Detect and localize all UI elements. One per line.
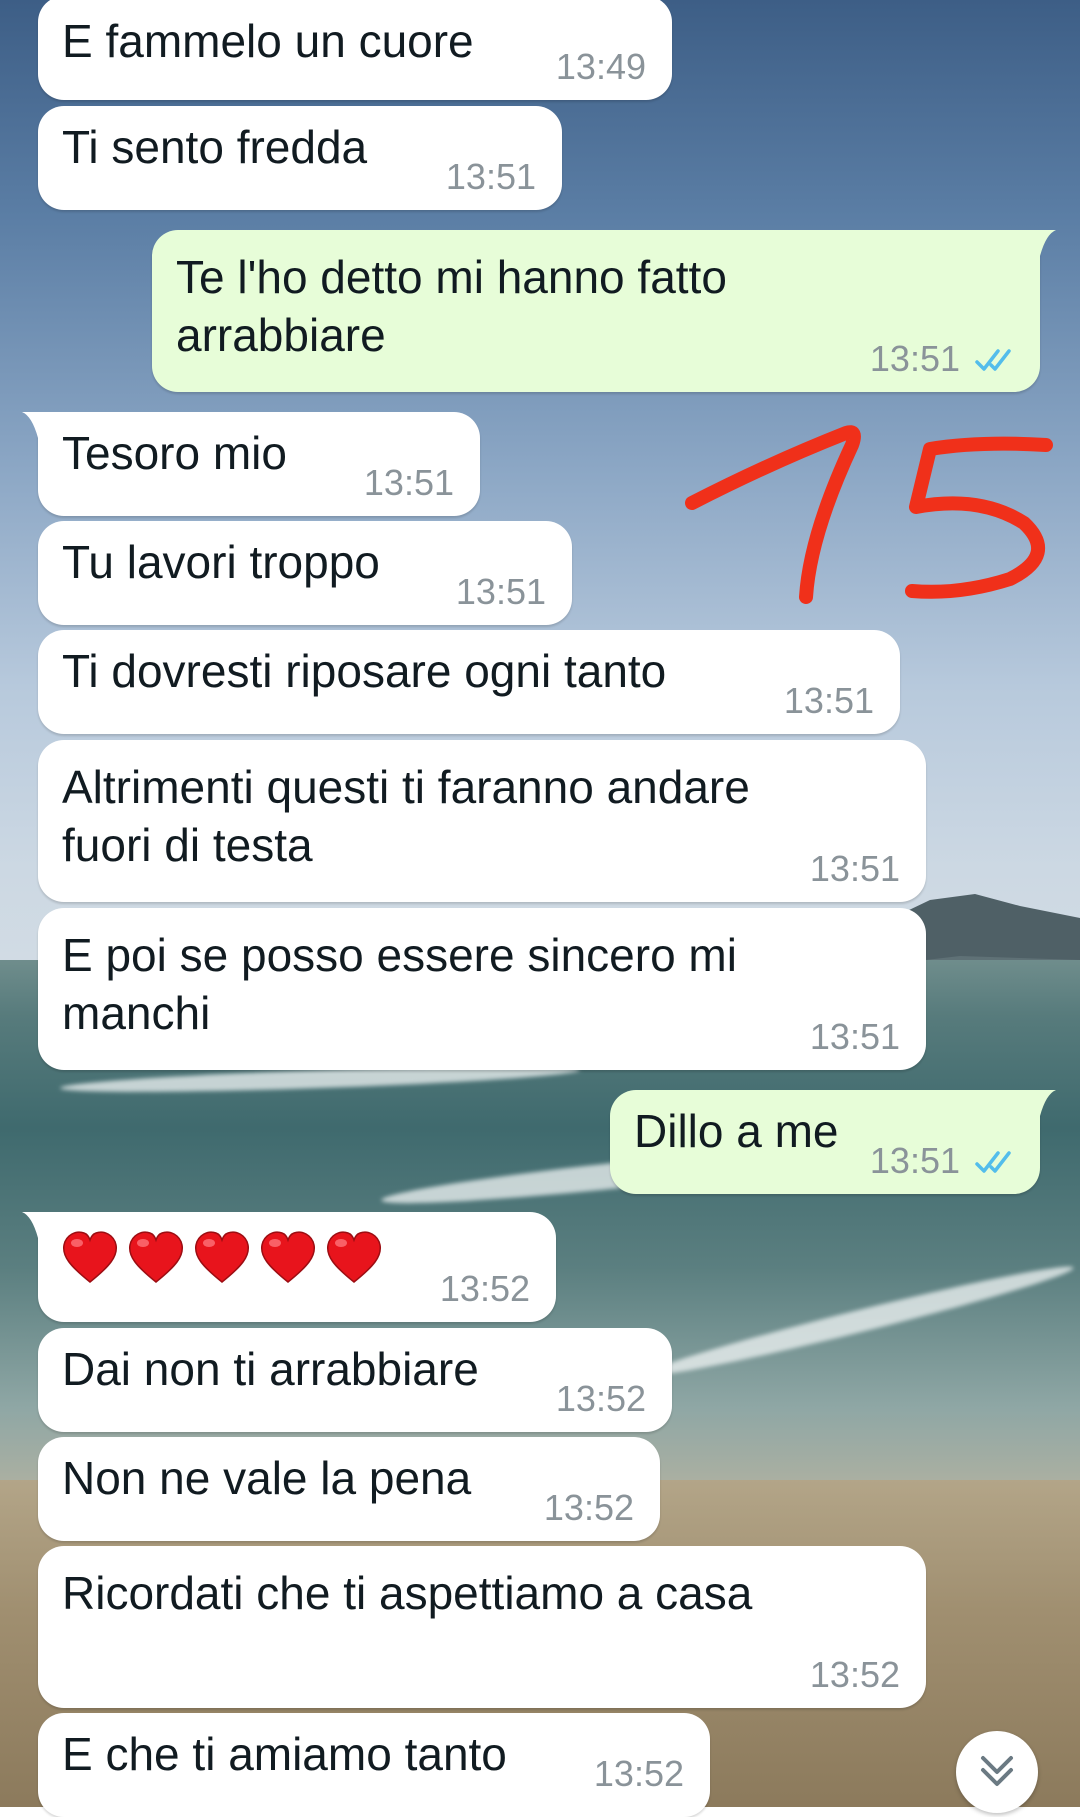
message-time: 13:51 (455, 571, 546, 612)
bubble-tail (1026, 1090, 1056, 1116)
scroll-to-bottom-button[interactable] (956, 1731, 1038, 1813)
message-time: 13:51 (869, 338, 960, 379)
double-check-icon (975, 349, 1011, 371)
message-incoming[interactable]: 13:52 (22, 1212, 556, 1322)
message-text-line: Te l'ho detto mi hanno fatto (176, 251, 727, 303)
message-text: Ricordati che ti aspettiamo a casa (62, 1567, 753, 1619)
emoji-row (60, 1228, 384, 1288)
message-time: 13:49 (555, 46, 646, 87)
message-incoming[interactable]: E che ti amiamo tanto 13:52 (38, 1713, 710, 1817)
message-time: 13:51 (363, 462, 454, 503)
message-text: Dai non ti arrabbiare (62, 1343, 479, 1395)
message-time: 13:52 (439, 1268, 530, 1309)
message-time: 13:51 (445, 156, 536, 197)
message-time: 13:52 (809, 1654, 900, 1695)
bubble-tail (22, 412, 52, 438)
message-text: Non ne vale la pena (62, 1452, 472, 1504)
message-incoming[interactable]: Tesoro mio 13:51 (22, 412, 480, 516)
message-incoming[interactable]: Ricordati che ti aspettiamo a casa 13:52 (38, 1546, 926, 1708)
message-time: 13:52 (555, 1378, 646, 1419)
message-outgoing[interactable]: Te l'ho detto mi hanno fatto arrabbiare … (152, 230, 1056, 392)
double-check-icon (975, 1151, 1011, 1173)
message-text-line: arrabbiare (176, 309, 386, 361)
message-text-line: E poi se posso essere sincero mi (62, 929, 737, 981)
message-incoming[interactable]: Ti sento fredda 13:51 (38, 106, 562, 210)
message-text: Ti sento fredda (62, 121, 368, 173)
message-text-line: Altrimenti questi ti faranno andare (62, 761, 750, 813)
message-incoming[interactable]: Altrimenti questi ti faranno andare fuor… (38, 740, 926, 902)
chevron-double-down-icon (981, 1756, 1013, 1786)
message-outgoing[interactable]: Dillo a me 13:51 (610, 1090, 1056, 1194)
message-text: E fammelo un cuore (62, 15, 474, 67)
message-text: Ti dovresti riposare ogni tanto (62, 645, 667, 697)
message-time: 13:51 (869, 1140, 960, 1181)
message-incoming[interactable]: Ti dovresti riposare ogni tanto 13:51 (38, 630, 900, 734)
heart-emoji-icon (128, 1231, 184, 1283)
message-incoming[interactable]: Dai non ti arrabbiare 13:52 (38, 1328, 672, 1432)
handwritten-annotation (685, 425, 1053, 604)
message-text: E che ti amiamo tanto (62, 1728, 507, 1780)
message-time: 13:52 (543, 1487, 634, 1528)
message-text: Tu lavori troppo (62, 536, 380, 588)
heart-emoji-icon (194, 1231, 250, 1283)
message-time: 13:51 (783, 680, 874, 721)
heart-emoji-icon (326, 1231, 382, 1283)
message-incoming[interactable]: E poi se posso essere sincero mi manchi … (38, 908, 926, 1070)
message-incoming[interactable]: Non ne vale la pena 13:52 (38, 1437, 660, 1541)
message-time: 13:51 (809, 1016, 900, 1057)
message-time: 13:52 (593, 1753, 684, 1794)
message-text-line: fuori di testa (62, 819, 313, 871)
message-text: Tesoro mio (62, 427, 287, 479)
message-text-line: manchi (62, 987, 211, 1039)
bubble-tail (1026, 230, 1056, 256)
bubble-tail (22, 1212, 52, 1238)
heart-emoji-icon (62, 1231, 118, 1283)
conversation[interactable]: E fammelo un cuore 13:49 Ti sento fredda… (0, 0, 1080, 1817)
message-incoming[interactable]: E fammelo un cuore 13:49 (38, 0, 672, 100)
message-time: 13:51 (809, 848, 900, 889)
message-incoming[interactable]: Tu lavori troppo 13:51 (38, 521, 572, 625)
message-text: Dillo a me (634, 1105, 839, 1157)
heart-emoji-icon (260, 1231, 316, 1283)
